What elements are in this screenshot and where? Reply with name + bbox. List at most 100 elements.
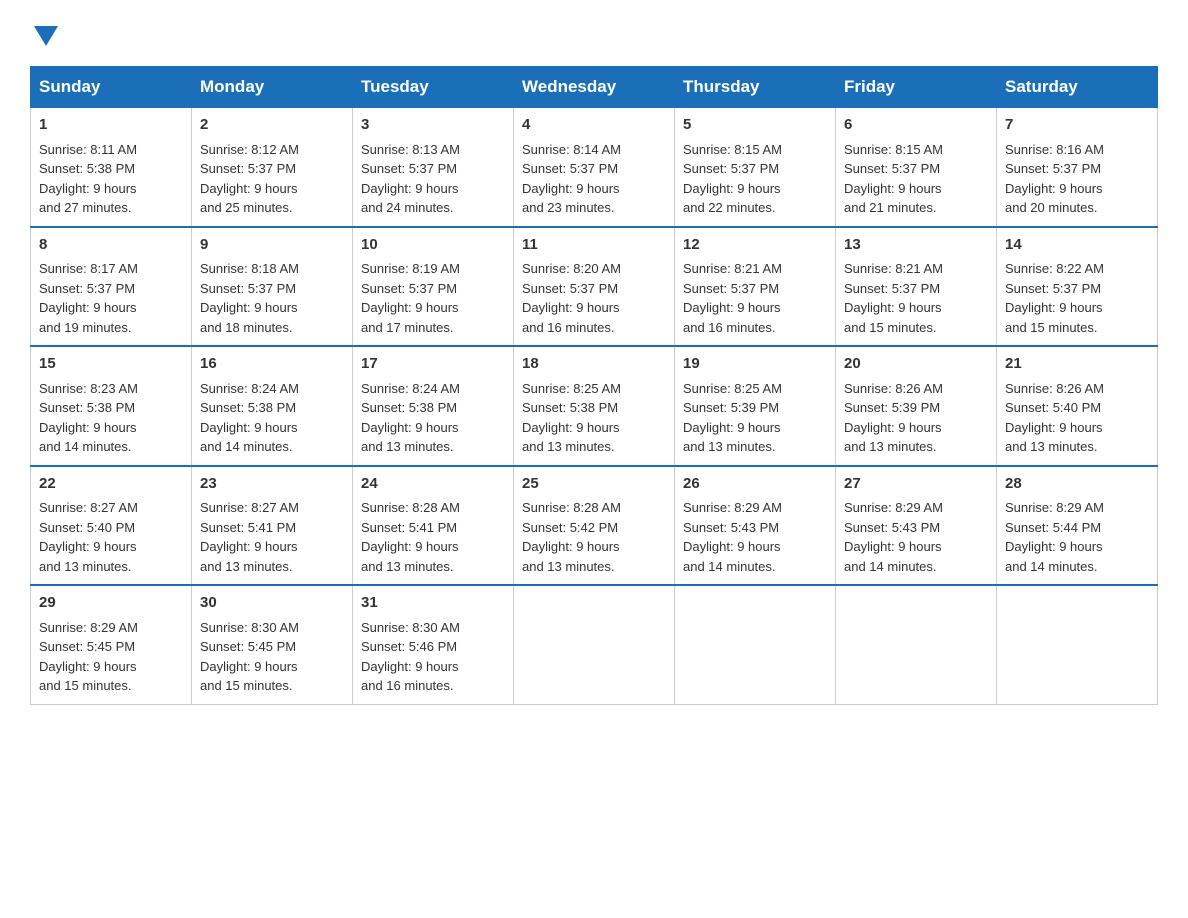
sunrise-info: Sunrise: 8:15 AM — [683, 142, 782, 157]
sunset-info: Sunset: 5:38 PM — [39, 161, 135, 176]
sunset-info: Sunset: 5:37 PM — [1005, 281, 1101, 296]
day-number: 21 — [1005, 353, 1149, 376]
daylight-minutes: and 13 minutes. — [361, 439, 454, 454]
day-number: 26 — [683, 473, 827, 496]
sunrise-info: Sunrise: 8:19 AM — [361, 261, 460, 276]
daylight-info: Daylight: 9 hours — [361, 420, 459, 435]
daylight-minutes: and 13 minutes. — [683, 439, 776, 454]
daylight-minutes: and 13 minutes. — [1005, 439, 1098, 454]
sunset-info: Sunset: 5:38 PM — [39, 400, 135, 415]
day-number: 1 — [39, 114, 183, 137]
daylight-info: Daylight: 9 hours — [200, 420, 298, 435]
day-of-week-header: Wednesday — [514, 67, 675, 108]
day-number: 16 — [200, 353, 344, 376]
daylight-info: Daylight: 9 hours — [844, 181, 942, 196]
calendar-day-cell: 30 Sunrise: 8:30 AM Sunset: 5:45 PM Dayl… — [192, 585, 353, 704]
daylight-minutes: and 15 minutes. — [844, 320, 937, 335]
sunset-info: Sunset: 5:37 PM — [361, 281, 457, 296]
sunset-info: Sunset: 5:40 PM — [39, 520, 135, 535]
daylight-minutes: and 13 minutes. — [522, 439, 615, 454]
daylight-minutes: and 14 minutes. — [1005, 559, 1098, 574]
calendar-day-cell: 26 Sunrise: 8:29 AM Sunset: 5:43 PM Dayl… — [675, 466, 836, 586]
calendar-day-cell: 14 Sunrise: 8:22 AM Sunset: 5:37 PM Dayl… — [997, 227, 1158, 347]
daylight-info: Daylight: 9 hours — [1005, 539, 1103, 554]
daylight-info: Daylight: 9 hours — [844, 420, 942, 435]
day-number: 24 — [361, 473, 505, 496]
sunrise-info: Sunrise: 8:27 AM — [200, 500, 299, 515]
daylight-info: Daylight: 9 hours — [200, 539, 298, 554]
calendar-week-row: 8 Sunrise: 8:17 AM Sunset: 5:37 PM Dayli… — [31, 227, 1158, 347]
daylight-minutes: and 23 minutes. — [522, 200, 615, 215]
sunrise-info: Sunrise: 8:24 AM — [361, 381, 460, 396]
sunset-info: Sunset: 5:42 PM — [522, 520, 618, 535]
sunset-info: Sunset: 5:37 PM — [844, 281, 940, 296]
calendar-day-cell: 22 Sunrise: 8:27 AM Sunset: 5:40 PM Dayl… — [31, 466, 192, 586]
daylight-info: Daylight: 9 hours — [683, 420, 781, 435]
daylight-minutes: and 17 minutes. — [361, 320, 454, 335]
day-number: 17 — [361, 353, 505, 376]
calendar-day-cell: 13 Sunrise: 8:21 AM Sunset: 5:37 PM Dayl… — [836, 227, 997, 347]
sunrise-info: Sunrise: 8:28 AM — [361, 500, 460, 515]
sunrise-info: Sunrise: 8:27 AM — [39, 500, 138, 515]
sunset-info: Sunset: 5:46 PM — [361, 639, 457, 654]
calendar-day-cell: 12 Sunrise: 8:21 AM Sunset: 5:37 PM Dayl… — [675, 227, 836, 347]
daylight-info: Daylight: 9 hours — [683, 300, 781, 315]
sunrise-info: Sunrise: 8:21 AM — [683, 261, 782, 276]
sunset-info: Sunset: 5:43 PM — [844, 520, 940, 535]
daylight-info: Daylight: 9 hours — [361, 659, 459, 674]
sunrise-info: Sunrise: 8:12 AM — [200, 142, 299, 157]
sunset-info: Sunset: 5:41 PM — [361, 520, 457, 535]
sunrise-info: Sunrise: 8:29 AM — [844, 500, 943, 515]
day-number: 14 — [1005, 234, 1149, 257]
logo-triangle-icon — [34, 26, 58, 46]
sunset-info: Sunset: 5:39 PM — [683, 400, 779, 415]
day-number: 11 — [522, 234, 666, 257]
daylight-info: Daylight: 9 hours — [361, 181, 459, 196]
day-number: 18 — [522, 353, 666, 376]
calendar-day-cell: 27 Sunrise: 8:29 AM Sunset: 5:43 PM Dayl… — [836, 466, 997, 586]
calendar-day-cell: 9 Sunrise: 8:18 AM Sunset: 5:37 PM Dayli… — [192, 227, 353, 347]
sunset-info: Sunset: 5:37 PM — [683, 161, 779, 176]
day-number: 19 — [683, 353, 827, 376]
day-number: 31 — [361, 592, 505, 615]
calendar-day-cell: 2 Sunrise: 8:12 AM Sunset: 5:37 PM Dayli… — [192, 108, 353, 227]
calendar-day-cell: 21 Sunrise: 8:26 AM Sunset: 5:40 PM Dayl… — [997, 346, 1158, 466]
daylight-minutes: and 13 minutes. — [522, 559, 615, 574]
day-of-week-header: Monday — [192, 67, 353, 108]
sunrise-info: Sunrise: 8:20 AM — [522, 261, 621, 276]
calendar-day-cell: 28 Sunrise: 8:29 AM Sunset: 5:44 PM Dayl… — [997, 466, 1158, 586]
sunrise-info: Sunrise: 8:26 AM — [1005, 381, 1104, 396]
daylight-info: Daylight: 9 hours — [39, 300, 137, 315]
day-number: 25 — [522, 473, 666, 496]
sunrise-info: Sunrise: 8:30 AM — [200, 620, 299, 635]
calendar-day-cell — [514, 585, 675, 704]
day-number: 10 — [361, 234, 505, 257]
daylight-info: Daylight: 9 hours — [683, 181, 781, 196]
daylight-minutes: and 16 minutes. — [522, 320, 615, 335]
sunset-info: Sunset: 5:38 PM — [522, 400, 618, 415]
daylight-info: Daylight: 9 hours — [522, 420, 620, 435]
daylight-info: Daylight: 9 hours — [844, 300, 942, 315]
calendar-header-row: SundayMondayTuesdayWednesdayThursdayFrid… — [31, 67, 1158, 108]
calendar-week-row: 22 Sunrise: 8:27 AM Sunset: 5:40 PM Dayl… — [31, 466, 1158, 586]
calendar-day-cell: 15 Sunrise: 8:23 AM Sunset: 5:38 PM Dayl… — [31, 346, 192, 466]
daylight-minutes: and 21 minutes. — [844, 200, 937, 215]
daylight-minutes: and 16 minutes. — [361, 678, 454, 693]
sunset-info: Sunset: 5:37 PM — [200, 281, 296, 296]
sunset-info: Sunset: 5:44 PM — [1005, 520, 1101, 535]
day-number: 28 — [1005, 473, 1149, 496]
day-number: 9 — [200, 234, 344, 257]
calendar-day-cell: 29 Sunrise: 8:29 AM Sunset: 5:45 PM Dayl… — [31, 585, 192, 704]
daylight-minutes: and 22 minutes. — [683, 200, 776, 215]
day-number: 5 — [683, 114, 827, 137]
daylight-info: Daylight: 9 hours — [200, 300, 298, 315]
daylight-minutes: and 20 minutes. — [1005, 200, 1098, 215]
daylight-minutes: and 24 minutes. — [361, 200, 454, 215]
daylight-minutes: and 14 minutes. — [683, 559, 776, 574]
sunrise-info: Sunrise: 8:29 AM — [683, 500, 782, 515]
daylight-minutes: and 15 minutes. — [39, 678, 132, 693]
calendar-day-cell: 1 Sunrise: 8:11 AM Sunset: 5:38 PM Dayli… — [31, 108, 192, 227]
calendar-day-cell — [836, 585, 997, 704]
daylight-info: Daylight: 9 hours — [1005, 420, 1103, 435]
daylight-info: Daylight: 9 hours — [200, 659, 298, 674]
